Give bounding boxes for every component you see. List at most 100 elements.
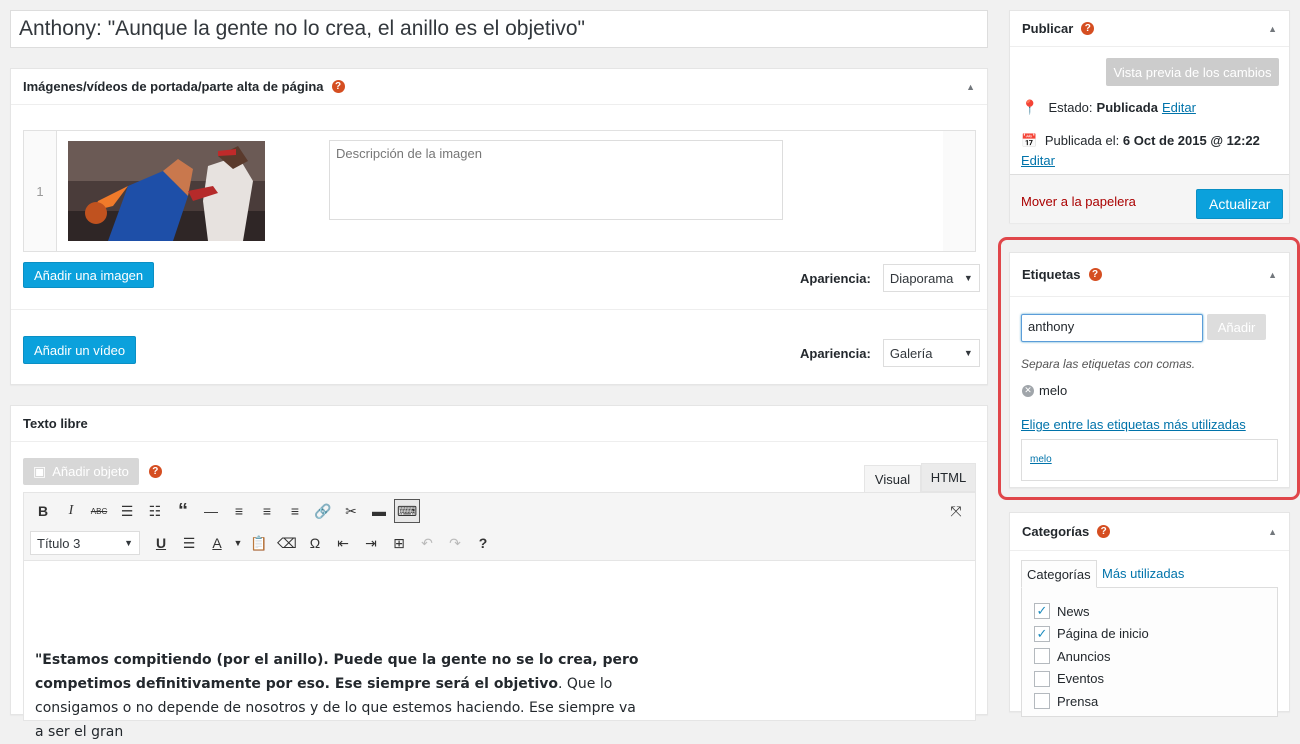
format-select[interactable]: Título 3 ▼ [30,531,140,555]
collapse-arrow-icon[interactable]: ▲ [1268,270,1277,280]
link-icon[interactable]: 🔗 [310,499,336,523]
tags-title: Etiquetas [1022,267,1081,282]
category-item[interactable]: Anuncios [1034,645,1277,668]
unlink-icon[interactable]: ✂ [338,499,364,523]
appearance-image-select[interactable]: Diaporama ▼ [882,264,980,292]
row-number: 1 [24,131,57,251]
numbered-list-icon[interactable]: ☷ [142,499,168,523]
publish-title: Publicar [1022,21,1074,36]
checkbox[interactable] [1034,648,1050,665]
tags-box-header[interactable]: Etiquetas ? ▲ [1010,253,1289,297]
undo-icon[interactable]: ↶ [414,531,440,555]
add-object-button[interactable]: ▣ Añadir objeto [23,458,139,485]
underline-icon[interactable]: U [148,531,174,555]
most-used-tags-link[interactable]: Elige entre las etiquetas más utilizadas [1021,417,1246,432]
checkbox[interactable] [1034,670,1050,687]
outdent-icon[interactable]: ⇤ [330,531,356,555]
clear-formatting-icon[interactable]: ⌫ [274,531,300,555]
media-box-header[interactable]: Imágenes/vídeos de portada/parte alta de… [11,69,987,105]
appearance-video-select[interactable]: Galería ▼ [882,339,980,367]
indent-icon[interactable]: ⇥ [358,531,384,555]
category-item[interactable]: Prensa [1034,690,1277,713]
category-item[interactable]: ✓ Página de inicio [1034,623,1277,646]
bullet-list-icon[interactable]: ☰ [114,499,140,523]
tab-visual[interactable]: Visual [864,465,921,492]
remove-tag-icon[interactable]: ✕ [1022,384,1034,397]
paste-text-icon[interactable]: 📋 [246,531,272,555]
tag-cloud: melo [1021,439,1278,481]
chevron-down-icon: ▼ [124,538,133,548]
align-center-icon[interactable]: ≡ [254,499,280,523]
toolbar-toggle-icon[interactable]: ⌨ [394,499,420,523]
chevron-down-icon: ▼ [963,273,973,283]
tab-visual-label: Visual [874,471,911,487]
format-select-value: Título 3 [37,535,81,551]
align-left-icon[interactable]: ≡ [226,499,252,523]
help-icon[interactable]: ? [1081,22,1095,35]
thumbnail-image[interactable] [68,141,265,241]
table-icon[interactable]: ⊞ [386,531,412,555]
categories-box-header[interactable]: Categorías ? ▲ [1010,513,1289,551]
italic-icon[interactable]: I [58,499,84,523]
tab-categories[interactable]: Categorías [1021,560,1097,588]
update-button[interactable]: Actualizar [1196,189,1284,219]
collapse-arrow-icon[interactable]: ▲ [1268,527,1277,537]
help-icon[interactable]: ? [148,465,162,478]
help-icon[interactable]: ? [331,80,345,93]
editor-toolbar: B I ABC ☰ ☷ “ — ≡ ≡ ≡ 🔗 ✂ ▬ ⌨ ⤧ Título 3… [23,492,976,561]
edit-status-link[interactable]: Editar [1162,100,1196,115]
chevron-down-icon[interactable]: ▼ [232,531,244,555]
add-image-button[interactable]: Añadir una imagen [23,262,155,288]
publish-box: Publicar ? ▲ Vista previa de los cambios… [1009,10,1290,223]
bold-icon[interactable]: B [30,499,56,523]
text-box-header[interactable]: Texto libre [11,406,987,442]
justify-icon[interactable]: ☰ [176,531,202,555]
tab-html[interactable]: HTML [921,463,976,492]
tab-most-used[interactable]: Más utilizadas [1102,566,1184,581]
image-description-field[interactable]: Descripción de la imagen [329,140,783,220]
strikethrough-icon[interactable]: ABC [86,499,112,523]
add-tag-button[interactable]: Añadir [1207,314,1266,340]
tag-input[interactable]: anthony [1021,314,1203,342]
toolbar-row-1: B I ABC ☰ ☷ “ — ≡ ≡ ≡ 🔗 ✂ ▬ ⌨ ⤧ [24,498,975,524]
category-item[interactable]: ✓ News [1034,600,1277,623]
add-video-button[interactable]: Añadir un vídeo [23,336,137,364]
publish-actions: Mover a la papelera Actualizar [1010,174,1289,223]
media-box: Imágenes/vídeos de portada/parte alta de… [10,68,988,385]
redo-icon[interactable]: ↷ [442,531,468,555]
tags-hint: Separa las etiquetas con comas. [1021,357,1196,371]
video-appearance: Apariencia: Galería ▼ [800,339,980,367]
fullscreen-icon[interactable]: ⤧ [943,499,969,523]
checkbox[interactable]: ✓ [1034,625,1050,642]
tab-categories-label: Categorías [1027,566,1091,582]
appearance-label: Apariencia: [800,270,871,286]
post-title-input[interactable]: Anthony: "Aunque la gente no lo crea, el… [10,10,988,48]
blockquote-icon[interactable]: “ [170,499,196,523]
add-video-label: Añadir un vídeo [23,336,137,364]
add-object-row: ▣ Añadir objeto ? [23,458,162,485]
help-icon[interactable]: ? [1097,525,1111,538]
category-item[interactable]: Eventos [1034,668,1277,691]
help-icon[interactable]: ? [1088,268,1102,281]
checkbox[interactable]: ✓ [1034,603,1050,620]
published-label: Publicada el: [1044,133,1120,148]
horizontal-rule-icon[interactable]: — [198,499,224,523]
quote-bold-text: "Estamos compitiendo (por el anillo). Pu… [35,652,639,692]
help-circle-icon[interactable]: ? [470,531,496,555]
text-color-icon[interactable]: A [204,531,230,555]
preview-button[interactable]: Vista previa de los cambios [1106,58,1279,86]
special-character-icon[interactable]: Ω [302,531,328,555]
publish-box-header[interactable]: Publicar ? ▲ [1010,11,1289,47]
align-right-icon[interactable]: ≡ [282,499,308,523]
edit-date-link[interactable]: Editar [1021,153,1055,168]
read-more-icon[interactable]: ▬ [366,499,392,523]
checkbox[interactable] [1034,693,1050,710]
status-label: Estado: [1048,100,1093,115]
collapse-arrow-icon[interactable]: ▲ [966,82,975,92]
tag-cloud-item[interactable]: melo [1030,454,1052,465]
collapse-arrow-icon[interactable]: ▲ [1268,24,1277,34]
editor-content[interactable]: "Estamos compitiendo (por el anillo). Pu… [23,561,976,740]
main-column: Anthony: "Aunque la gente no lo crea, el… [10,10,988,740]
add-tag-label: Añadir [1217,319,1256,335]
trash-link[interactable]: Mover a la papelera [1021,194,1136,209]
